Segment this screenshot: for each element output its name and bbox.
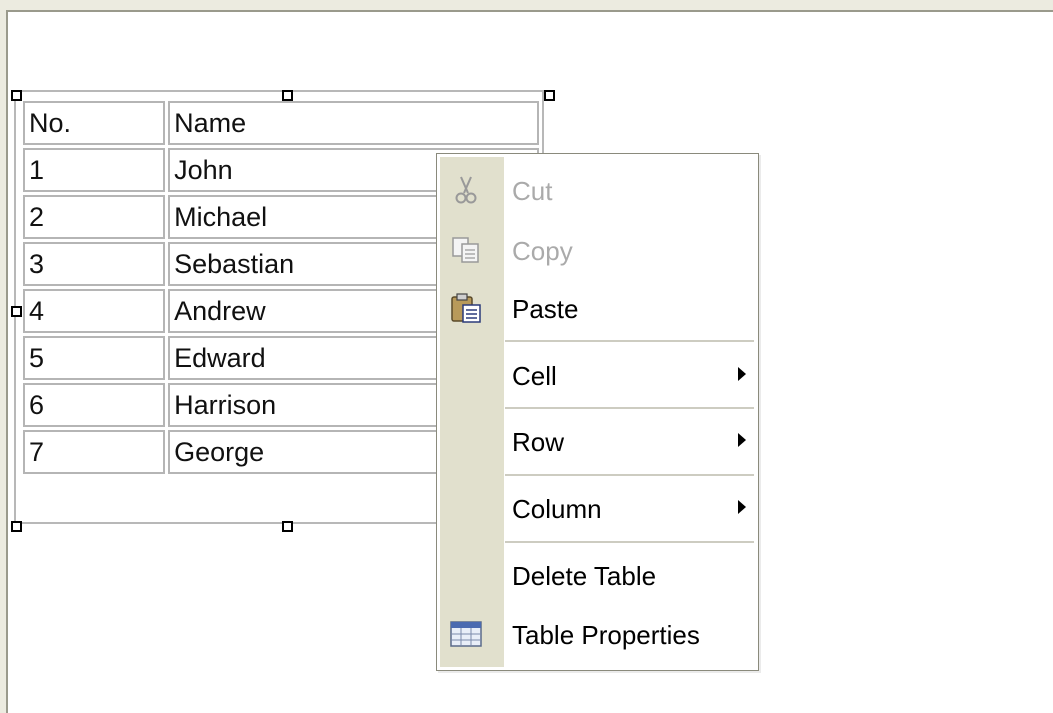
scissors-icon (449, 174, 483, 206)
menu-separator (505, 541, 754, 543)
header-cell-name[interactable]: Name (168, 101, 539, 145)
menu-item-paste[interactable]: Paste (437, 278, 758, 338)
submenu-arrow-icon (738, 433, 746, 447)
resize-handle-top-center[interactable] (282, 90, 293, 101)
table-cell[interactable]: 7 (23, 430, 166, 474)
resize-handle-middle-left[interactable] (11, 306, 22, 317)
menu-item-label: Paste (512, 294, 579, 324)
table-cell[interactable]: 3 (23, 242, 166, 286)
resize-handle-bottom-center[interactable] (282, 521, 293, 532)
paste-icon (449, 292, 483, 324)
header-cell-no[interactable]: No. (23, 101, 166, 145)
table-header-row: No. Name (23, 101, 539, 145)
copy-icon (449, 234, 483, 266)
menu-item-table-properties[interactable]: Table Properties (437, 604, 758, 664)
menu-separator (505, 407, 754, 409)
table-properties-icon (449, 618, 483, 650)
menu-item-row[interactable]: Row (437, 411, 758, 471)
menu-item-label: Column (512, 494, 602, 524)
menu-item-label: Delete Table (512, 561, 657, 591)
menu-item-delete-table[interactable]: Delete Table (437, 545, 758, 605)
resize-handle-bottom-left[interactable] (11, 521, 22, 532)
table-cell[interactable]: 4 (23, 289, 166, 333)
resize-handle-top-left[interactable] (11, 90, 22, 101)
resize-handle-top-right[interactable] (544, 90, 555, 101)
context-menu: Cut Copy Paste Cell Row Column Delete Ta… (436, 153, 759, 671)
menu-item-label: Copy (512, 236, 573, 266)
table-cell[interactable]: 6 (23, 383, 166, 427)
menu-item-column[interactable]: Column (437, 478, 758, 538)
table-cell[interactable]: 2 (23, 195, 166, 239)
submenu-arrow-icon (738, 500, 746, 514)
menu-item-label: Row (512, 427, 565, 457)
menu-item-label: Table Properties (512, 620, 700, 650)
menu-item-cut[interactable]: Cut (437, 160, 758, 220)
table-cell[interactable]: 5 (23, 336, 166, 380)
menu-separator (505, 340, 754, 342)
menu-item-copy[interactable]: Copy (437, 220, 758, 280)
menu-item-label: Cell (512, 361, 557, 391)
table-cell[interactable]: 1 (23, 148, 166, 192)
submenu-arrow-icon (738, 367, 746, 381)
menu-item-label: Cut (512, 176, 553, 206)
menu-item-cell[interactable]: Cell (437, 345, 758, 405)
menu-separator (505, 474, 754, 476)
